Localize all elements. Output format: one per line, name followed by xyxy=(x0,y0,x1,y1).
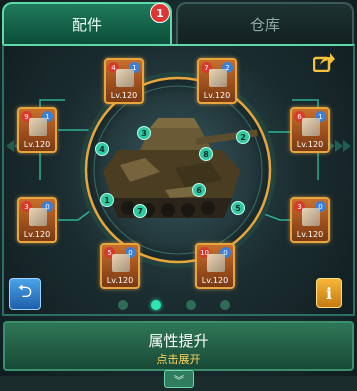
chevron-down-icon: ︾ xyxy=(174,375,184,387)
part-marker-6: 6 xyxy=(192,183,206,197)
part-marker-8: 8 xyxy=(199,147,213,161)
page-dot-2[interactable] xyxy=(151,300,161,310)
part-marker-4: 4 xyxy=(95,142,109,156)
part-icon xyxy=(302,208,320,226)
expand-button[interactable]: ︾ xyxy=(164,370,194,388)
back-arrow-icon: ⮌ xyxy=(17,281,33,302)
part-slot-upper-right[interactable]: 6 1 Lv.120 xyxy=(290,107,330,153)
part-slot-bottom-right[interactable]: 10 0 Lv.120 xyxy=(195,243,235,289)
slot-level: Lv.120 xyxy=(110,91,138,100)
info-button[interactable]: i xyxy=(316,278,342,308)
part-slot-upper-left[interactable]: 9 1 Lv.120 xyxy=(17,107,57,153)
back-button[interactable]: ⮌ xyxy=(9,278,41,310)
slot-level: Lv.120 xyxy=(106,276,134,285)
share-icon xyxy=(312,53,335,73)
page-dot-4[interactable] xyxy=(220,300,230,310)
part-icon xyxy=(209,69,227,87)
attribute-upgrade-button[interactable]: 属性提升 点击展开 xyxy=(3,321,354,371)
part-icon xyxy=(29,208,47,226)
share-button[interactable] xyxy=(312,52,335,73)
slot-level: Lv.120 xyxy=(203,91,231,100)
part-icon xyxy=(116,69,134,87)
part-slot-bottom-left[interactable]: 5 0 Lv.120 xyxy=(100,243,140,289)
upgrade-subtitle: 点击展开 xyxy=(156,353,201,366)
tab-parts-badge: 1 xyxy=(150,3,170,23)
part-marker-5: 5 xyxy=(231,201,245,215)
parts-screen: 配件 1 仓库 1 2 3 4 5 6 7 8 4 1 Lv.120 7 2 L… xyxy=(0,0,357,391)
slot-level: Lv.120 xyxy=(296,230,324,239)
upgrade-title: 属性提升 xyxy=(148,332,209,350)
part-marker-1: 1 xyxy=(100,193,114,207)
part-icon xyxy=(112,254,130,272)
part-icon xyxy=(302,118,320,136)
part-marker-3: 3 xyxy=(137,126,151,140)
slot-level: Lv.120 xyxy=(23,140,51,149)
part-icon xyxy=(29,118,47,136)
page-dot-1[interactable] xyxy=(118,300,128,310)
part-slot-lower-left[interactable]: 3 0 Lv.120 xyxy=(17,197,57,243)
part-icon xyxy=(207,254,225,272)
part-marker-2: 2 xyxy=(236,130,250,144)
part-slot-lower-right[interactable]: 3 0 Lv.120 xyxy=(290,197,330,243)
slot-level: Lv.120 xyxy=(201,276,229,285)
info-icon: i xyxy=(325,283,333,303)
part-slot-top-left[interactable]: 4 1 Lv.120 xyxy=(104,58,144,104)
part-slot-top-right[interactable]: 7 2 Lv.120 xyxy=(197,58,237,104)
slot-level: Lv.120 xyxy=(296,140,324,149)
page-dot-3[interactable] xyxy=(186,300,196,310)
slot-level: Lv.120 xyxy=(23,230,51,239)
part-marker-7: 7 xyxy=(133,204,147,218)
